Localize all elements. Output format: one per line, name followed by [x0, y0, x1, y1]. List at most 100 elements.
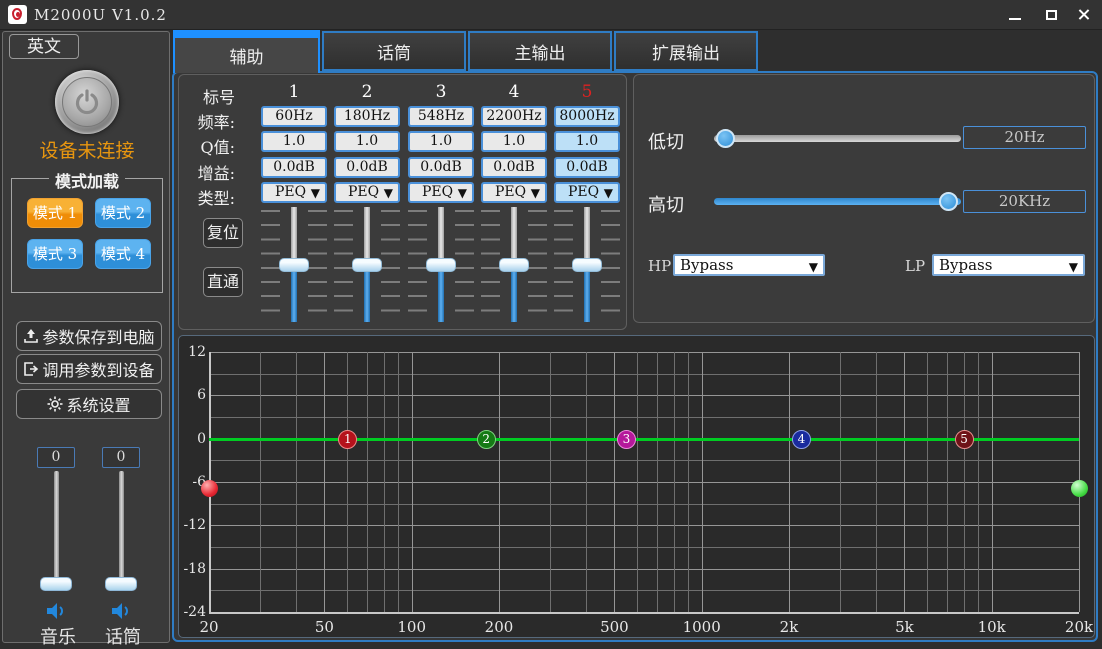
low-cut-label: 低切	[648, 128, 684, 154]
music-fader-track[interactable]	[54, 471, 59, 589]
band-4-slider-handle[interactable]	[499, 258, 529, 272]
band-1-gain-slider[interactable]	[261, 207, 327, 322]
x-axis-label: 100	[390, 618, 434, 636]
band-4-freq-field[interactable]: 2200Hz	[481, 106, 547, 127]
tab-aux[interactable]: 辅助	[173, 30, 320, 73]
speaker-icon	[46, 602, 68, 620]
band-2-freq-field[interactable]: 180Hz	[334, 106, 400, 127]
through-button[interactable]: 直通	[203, 267, 243, 297]
reset-button[interactable]: 复位	[203, 218, 243, 248]
band-1-gain-field[interactable]: 0.0dB	[261, 157, 327, 178]
band-5-slider-handle[interactable]	[572, 258, 602, 272]
mic-fader-value[interactable]: 0	[102, 447, 140, 468]
x-axis-label: 5k	[882, 618, 926, 636]
band-2-number: 2	[334, 82, 400, 102]
grid-line-x	[367, 352, 368, 612]
band-3-type-select[interactable]: PEQ▼	[408, 182, 474, 203]
low-cut-slider-handle[interactable]	[716, 129, 735, 148]
lp-label: LP	[905, 257, 925, 275]
row-label-freq: 频率:	[183, 109, 235, 133]
grid-line-x	[324, 352, 325, 612]
grid-line-x	[296, 352, 297, 612]
eq-point-1[interactable]: 1	[338, 430, 357, 449]
music-label: 音乐	[38, 623, 78, 649]
grid-line-x	[637, 352, 638, 612]
close-button[interactable]	[1066, 0, 1100, 29]
save-params-to-pc-button[interactable]: 参数保存到电脑	[16, 321, 162, 351]
low-cut-slider-track[interactable]	[714, 135, 961, 142]
eq-point-5[interactable]: 5	[955, 430, 974, 449]
grid-line-y	[209, 374, 1079, 375]
low-cut-value: 20Hz	[963, 126, 1086, 149]
connect-power-button[interactable]	[55, 70, 119, 134]
band-2-type-select[interactable]: PEQ▼	[334, 182, 400, 203]
system-settings-button[interactable]: 系统设置	[16, 389, 162, 419]
band-3-gain-slider[interactable]	[408, 207, 474, 322]
chevron-down-icon: ▼	[809, 258, 818, 276]
tab-main-output[interactable]: 主输出	[468, 31, 612, 71]
mode-1-button[interactable]: 模式 1	[27, 198, 83, 228]
band-1-slider-handle[interactable]	[279, 258, 309, 272]
grid-line-x	[927, 352, 928, 612]
band-2-q-field[interactable]: 1.0	[334, 131, 400, 152]
eq-point-2[interactable]: 2	[477, 430, 496, 449]
connection-status: 设备未连接	[3, 136, 171, 163]
tab-ext-output[interactable]: 扩展输出	[614, 31, 758, 71]
mode-2-button[interactable]: 模式 2	[95, 198, 151, 228]
minimize-button[interactable]	[998, 0, 1032, 29]
band-5-gain-slider[interactable]	[554, 207, 620, 322]
language-toggle-button[interactable]: 英文	[9, 34, 79, 59]
grid-line-x	[947, 352, 948, 612]
mic-fader-handle[interactable]	[105, 577, 137, 591]
band-1-freq-field[interactable]: 60Hz	[261, 106, 327, 127]
music-fader-handle[interactable]	[40, 577, 72, 591]
band-1-type-select[interactable]: PEQ▼	[261, 182, 327, 203]
band-2-gain-slider[interactable]	[334, 207, 400, 322]
row-label-q: Q值:	[183, 134, 235, 158]
grid-line-y	[209, 504, 1079, 505]
tab-microphone[interactable]: 话筒	[322, 31, 466, 71]
maximize-button[interactable]	[1034, 0, 1068, 29]
grid-line-x	[499, 352, 500, 612]
grid-line-y	[209, 482, 1079, 483]
grid-line-x	[789, 352, 790, 612]
band-3-number: 3	[408, 82, 474, 102]
low-cut-handle[interactable]	[201, 480, 218, 497]
mode-4-button[interactable]: 模式 4	[95, 239, 151, 269]
band-5-q-field[interactable]: 1.0	[554, 131, 620, 152]
mic-fader-track[interactable]	[119, 471, 124, 589]
band-3-slider-handle[interactable]	[426, 258, 456, 272]
band-4-q-field[interactable]: 1.0	[481, 131, 547, 152]
band-4-gain-field[interactable]: 0.0dB	[481, 157, 547, 178]
grid-line-x	[978, 352, 979, 612]
grid-line-x	[398, 352, 399, 612]
band-4-type-select[interactable]: PEQ▼	[481, 182, 547, 203]
band-1-q-field[interactable]: 1.0	[261, 131, 327, 152]
hp-filter-select[interactable]: Bypass ▼	[673, 254, 825, 276]
band-5-freq-field[interactable]: 8000Hz	[554, 106, 620, 127]
x-axis-label: 1000	[680, 618, 724, 636]
load-params-to-device-button[interactable]: 调用参数到设备	[16, 354, 162, 384]
lp-filter-select[interactable]: Bypass ▼	[932, 254, 1085, 276]
band-5-type-select[interactable]: PEQ▼	[554, 182, 620, 203]
band-2-slider-handle[interactable]	[352, 258, 382, 272]
music-fader-value[interactable]: 0	[37, 447, 75, 468]
minimize-icon	[1009, 18, 1021, 20]
mode-3-button[interactable]: 模式 3	[27, 239, 83, 269]
high-cut-slider-handle[interactable]	[939, 192, 958, 211]
grid-line-x	[992, 352, 993, 612]
grid-line-x	[614, 352, 615, 612]
x-axis-label: 500	[592, 618, 636, 636]
grid-line-y	[209, 460, 1079, 461]
band-2-gain-field[interactable]: 0.0dB	[334, 157, 400, 178]
high-cut-handle[interactable]	[1071, 480, 1088, 497]
band-3-freq-field[interactable]: 548Hz	[408, 106, 474, 127]
band-3-q-field[interactable]: 1.0	[408, 131, 474, 152]
band-4-gain-slider[interactable]	[481, 207, 547, 322]
high-cut-slider-track[interactable]	[714, 198, 961, 205]
grid-line-x	[347, 352, 348, 612]
band-5-gain-field[interactable]: 0.0dB	[554, 157, 620, 178]
band-3-gain-field[interactable]: 0.0dB	[408, 157, 474, 178]
eq-point-3[interactable]: 3	[617, 430, 636, 449]
eq-point-4[interactable]: 4	[792, 430, 811, 449]
